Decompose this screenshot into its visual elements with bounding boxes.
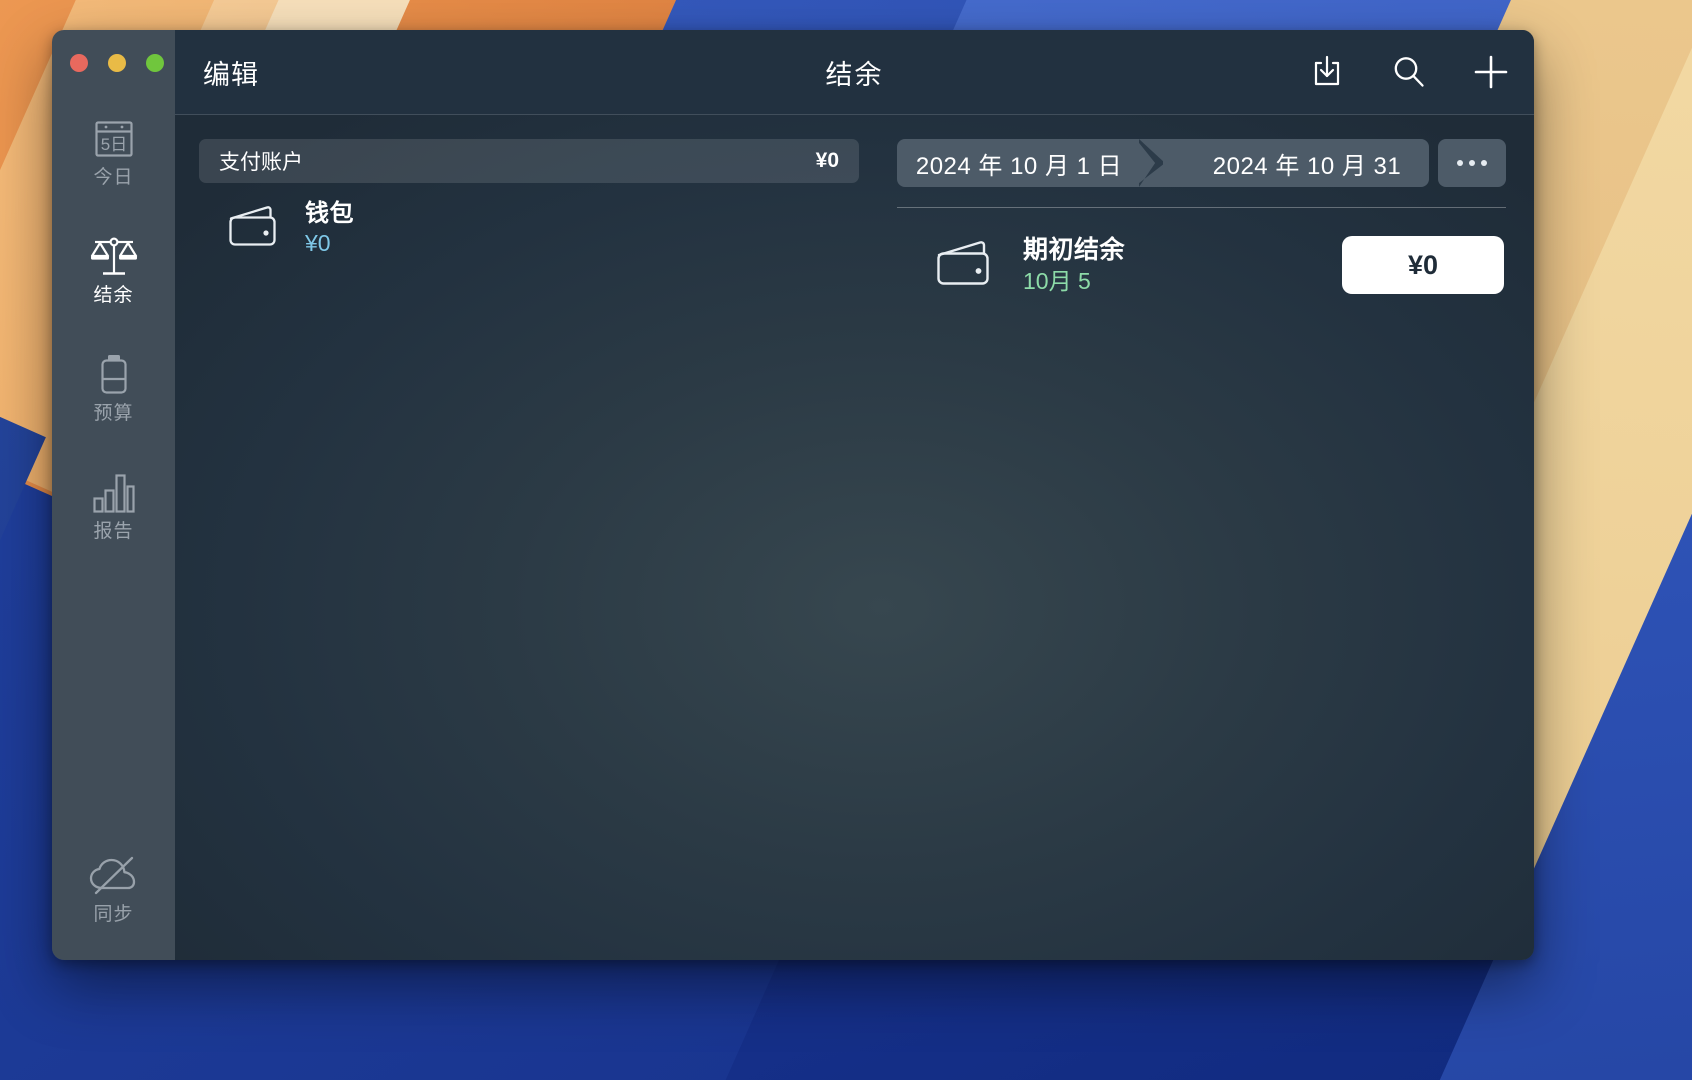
sidebar-item-label: 同步 — [93, 904, 134, 925]
sidebar-item-label: 结余 — [93, 285, 134, 306]
sidebar-item-budget[interactable]: 预算 — [52, 352, 175, 423]
sidebar-item-reports[interactable]: 报告 — [52, 470, 175, 541]
edit-button[interactable]: 编辑 — [203, 53, 259, 92]
sidebar-item-today[interactable]: 5日 今日 — [52, 116, 175, 187]
balance-entry-row[interactable]: 期初结余 10月 5 ¥0 — [897, 208, 1506, 296]
import-icon[interactable] — [1306, 51, 1348, 93]
ellipsis-dot — [1469, 160, 1475, 166]
battery-budget-icon — [97, 352, 131, 398]
toolbar — [1306, 51, 1512, 93]
accounts-group-header[interactable]: 支付账户 ¥0 — [199, 139, 859, 183]
window-controls — [70, 54, 164, 72]
wallet-icon — [935, 238, 997, 293]
detail-panel: 2024 年 10 月 1 日 2024 年 10 月 31 期初结余 10月 … — [859, 139, 1506, 960]
accounts-group-amount: ¥0 — [815, 149, 839, 172]
app-window: 5日 今日 结余 预算 报告 同步 编辑 结余 支付账户 ¥0 钱包 ¥0 20… — [52, 30, 1534, 960]
sidebar-item-sync[interactable]: 同步 — [52, 853, 175, 924]
sidebar-item-label: 预算 — [93, 403, 134, 424]
svg-text:5日: 5日 — [100, 135, 126, 154]
date-range-to[interactable]: 2024 年 10 月 31 — [1163, 139, 1429, 187]
list-item-text: 钱包 ¥0 — [305, 199, 354, 258]
account-value: ¥0 — [305, 230, 331, 256]
zoom-button[interactable] — [146, 54, 164, 72]
date-range-selector[interactable]: 2024 年 10 月 1 日 2024 年 10 月 31 — [897, 139, 1429, 187]
more-options-button[interactable] — [1438, 139, 1506, 187]
balance-entry-title: 期初结余 — [1023, 236, 1126, 264]
balance-entry-date: 10月 5 — [1023, 267, 1091, 294]
sidebar-item-balance[interactable]: 结余 — [52, 234, 175, 305]
date-range-bar: 2024 年 10 月 1 日 2024 年 10 月 31 — [897, 139, 1506, 187]
cloud-slash-icon — [87, 853, 141, 899]
accounts-panel: 支付账户 ¥0 钱包 ¥0 — [199, 139, 859, 960]
balance-entry-value[interactable]: ¥0 — [1342, 236, 1504, 295]
main-area: 编辑 结余 支付账户 ¥0 钱包 ¥0 2024 年 10 月 1 日 2024… — [175, 30, 1534, 960]
sidebar-item-label: 报告 — [93, 521, 134, 542]
ellipsis-dot — [1481, 160, 1487, 166]
accounts-group-label: 支付账户 — [219, 151, 303, 174]
minimize-button[interactable] — [108, 54, 126, 72]
account-name: 钱包 — [305, 200, 354, 227]
scale-balance-icon — [89, 234, 139, 280]
date-range-from[interactable]: 2024 年 10 月 1 日 — [897, 139, 1163, 187]
ellipsis-dot — [1457, 160, 1463, 166]
titlebar: 编辑 结余 — [175, 30, 1534, 115]
list-item[interactable]: 钱包 ¥0 — [199, 183, 859, 258]
add-icon[interactable] — [1470, 51, 1512, 93]
date-range-to-label: 2024 年 10 月 31 — [1212, 152, 1402, 180]
close-button[interactable] — [70, 54, 88, 72]
balance-entry-text: 期初结余 10月 5 — [1023, 234, 1125, 296]
sidebar-item-label: 今日 — [93, 167, 134, 188]
search-icon[interactable] — [1388, 51, 1430, 93]
desktop-background: 5日 今日 结余 预算 报告 同步 编辑 结余 支付账户 ¥0 钱包 ¥0 20… — [0, 0, 1692, 1080]
bar-chart-icon — [91, 470, 137, 516]
date-range-from-label: 2024 年 10 月 1 日 — [915, 152, 1123, 180]
calendar-day-icon: 5日 — [92, 116, 136, 162]
wallet-icon — [227, 203, 283, 254]
content-area: 支付账户 ¥0 钱包 ¥0 2024 年 10 月 1 日 2024 年 10 … — [175, 115, 1534, 960]
sidebar: 5日 今日 结余 预算 报告 同步 — [52, 30, 175, 960]
